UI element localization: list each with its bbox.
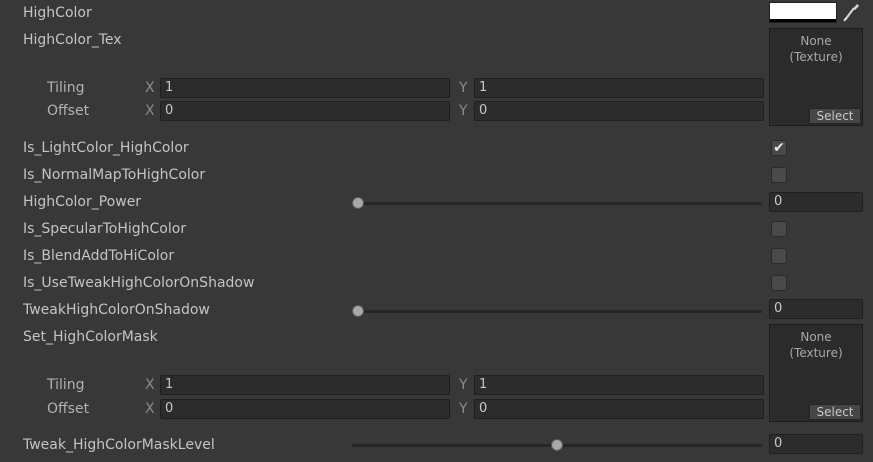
texture-select-button[interactable]: Select <box>809 108 861 124</box>
tiling-y-field[interactable]: 1 <box>474 78 764 98</box>
offset-y-field[interactable]: 0 <box>474 101 764 121</box>
highcolor-tex-label: HighColor_Tex <box>23 32 122 48</box>
tweak-highcolor-on-shadow-label: TweakHighColorOnShadow <box>23 302 210 318</box>
mask-offset-x-field[interactable]: 0 <box>160 399 450 419</box>
tweak-highcolor-mask-level-value-field[interactable]: 0 <box>769 434 863 454</box>
is-use-tweak-highcolor-on-shadow-checkbox[interactable] <box>771 275 787 291</box>
highcolor-color-field[interactable] <box>769 2 837 23</box>
offset-y-axis-label: Y <box>459 103 468 119</box>
mask-offset-y-axis-label: Y <box>459 401 468 417</box>
offset-label: Offset <box>47 103 90 119</box>
is-normalmap-to-highcolor-checkbox[interactable] <box>771 167 787 183</box>
set-highcolor-mask-texture-slot[interactable]: None (Texture) Select <box>769 324 863 422</box>
slider-thumb[interactable] <box>352 305 364 317</box>
mask-tiling-y-axis-label: Y <box>459 377 468 393</box>
is-specular-to-highcolor-checkbox[interactable] <box>771 221 787 237</box>
slider-thumb[interactable] <box>551 439 563 451</box>
slider-thumb[interactable] <box>352 197 364 209</box>
is-normalmap-to-highcolor-label: Is_NormalMapToHighColor <box>23 167 206 183</box>
offset-x-field[interactable]: 0 <box>160 101 450 121</box>
mask-tiling-label: Tiling <box>47 377 85 393</box>
mask-offset-y-field[interactable]: 0 <box>474 399 764 419</box>
highcolor-power-value-field[interactable]: 0 <box>769 192 863 212</box>
offset-x-axis-label: X <box>145 103 155 119</box>
is-specular-to-highcolor-label: Is_SpecularToHighColor <box>23 221 187 237</box>
highcolor-power-label: HighColor_Power <box>23 194 142 210</box>
is-lightcolor-highcolor-label: Is_LightColor_HighColor <box>23 140 189 156</box>
is-blendadd-to-hicolor-label: Is_BlendAddToHiColor <box>23 248 175 264</box>
tweak-highcolor-mask-level-slider[interactable] <box>352 439 762 451</box>
texture-value-text: None (Texture) <box>789 34 843 64</box>
eyedropper-icon[interactable] <box>842 2 860 22</box>
color-alpha-bar <box>770 19 836 22</box>
is-lightcolor-highcolor-checkbox[interactable]: ✔ <box>771 140 787 156</box>
tiling-label: Tiling <box>47 80 85 96</box>
mask-tiling-x-axis-label: X <box>145 377 155 393</box>
tweak-highcolor-mask-level-label: Tweak_HighColorMaskLevel <box>23 437 215 453</box>
highcolor-tex-texture-slot[interactable]: None (Texture) Select <box>769 28 863 126</box>
texture-value-text: None (Texture) <box>789 330 843 360</box>
mask-offset-label: Offset <box>47 401 90 417</box>
highcolor-power-slider[interactable] <box>352 197 762 209</box>
tiling-x-axis-label: X <box>145 80 155 96</box>
set-highcolor-mask-label: Set_HighColorMask <box>23 329 158 345</box>
tiling-y-axis-label: Y <box>459 80 468 96</box>
tweak-highcolor-on-shadow-slider[interactable] <box>352 305 762 317</box>
tweak-highcolor-on-shadow-value-field[interactable]: 0 <box>769 299 863 319</box>
mask-offset-x-axis-label: X <box>145 401 155 417</box>
mask-tiling-x-field[interactable]: 1 <box>160 375 450 395</box>
highcolor-label: HighColor <box>23 5 92 21</box>
mask-tiling-y-field[interactable]: 1 <box>474 375 764 395</box>
texture-select-button[interactable]: Select <box>809 404 861 420</box>
is-blendadd-to-hicolor-checkbox[interactable] <box>771 248 787 264</box>
tiling-x-field[interactable]: 1 <box>160 78 450 98</box>
is-use-tweak-highcolor-on-shadow-label: Is_UseTweakHighColorOnShadow <box>23 275 255 291</box>
